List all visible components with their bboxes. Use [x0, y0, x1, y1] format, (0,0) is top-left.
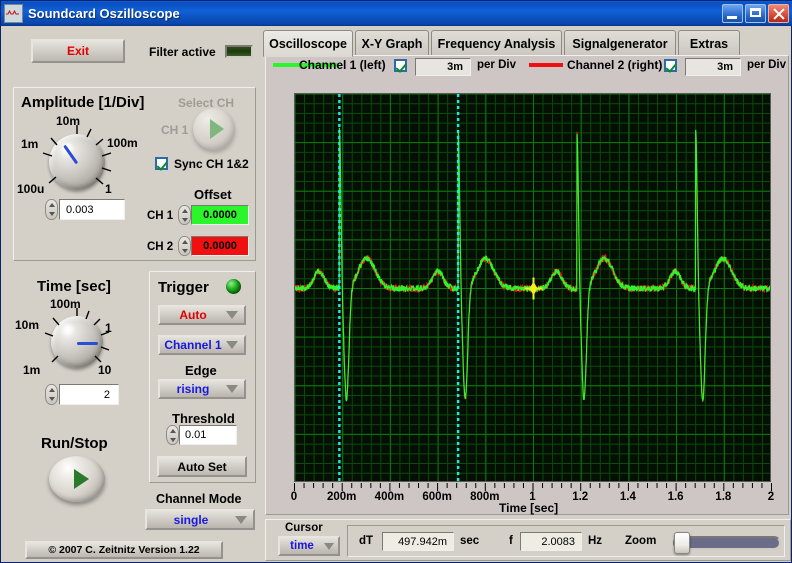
x-tick-0: 0 — [290, 491, 298, 503]
oscilloscope-window: Soundcard Oszilloscope Exit Filter activ… — [0, 0, 792, 563]
x-tick-4: 800m — [470, 491, 500, 503]
x-tick-9: 1.8 — [715, 491, 732, 503]
time-value[interactable]: 2 — [59, 384, 119, 405]
dt-label: dT — [359, 535, 374, 547]
chevron-down-icon — [226, 385, 238, 393]
trigger-threshold-label: Threshold — [172, 411, 235, 426]
tab-extras[interactable]: Extras — [678, 30, 740, 56]
cursor-mode-dropdown[interactable]: time — [278, 536, 340, 556]
trigger-title: Trigger — [158, 279, 209, 296]
auto-set-button[interactable]: Auto Set — [157, 456, 247, 477]
channel-2-perdiv-label: per Div — [747, 59, 786, 71]
x-tick-7: 1.4 — [619, 491, 636, 503]
time-tick-1m: 1m — [23, 363, 41, 377]
x-tick-1: 200m — [326, 491, 357, 503]
amplitude-value[interactable]: 0.003 — [59, 199, 125, 220]
filter-active-indicator[interactable] — [225, 45, 253, 58]
channel-1-perdiv-label: per Div — [477, 59, 516, 71]
chevron-down-icon — [226, 311, 238, 319]
cursor-label: Cursor — [285, 522, 323, 534]
channel-1-label: Channel 1 (left) — [299, 58, 386, 72]
channel-2-perdiv-value[interactable]: 3m — [685, 58, 741, 76]
amplitude-spinner[interactable] — [45, 199, 58, 220]
tab-oscilloscope[interactable]: Oscilloscope — [263, 30, 353, 57]
waveform-canvas — [295, 94, 770, 481]
minimize-icon[interactable] — [722, 4, 743, 23]
tab-bar: Oscilloscope X-Y Graph Frequency Analysi… — [263, 30, 791, 57]
time-tick-marks — [44, 308, 110, 363]
trigger-edge-value: rising — [176, 382, 210, 396]
x-axis-label: Time [sec] — [499, 501, 559, 515]
trigger-edge-dropdown[interactable]: rising — [158, 379, 246, 399]
offset-ch2-label: CH 2 — [147, 241, 174, 253]
f-unit: Hz — [588, 535, 603, 547]
channel-1-checkbox[interactable] — [394, 59, 407, 72]
oscilloscope-plot[interactable] — [294, 93, 771, 482]
maximize-icon[interactable] — [745, 4, 766, 23]
amplitude-title: Amplitude [1/Div] — [21, 94, 145, 111]
close-icon[interactable] — [768, 4, 789, 23]
channel-mode-dropdown[interactable]: single — [145, 509, 255, 530]
filter-active-label: Filter active — [149, 45, 216, 59]
f-label: f — [509, 535, 513, 547]
chevron-down-icon — [226, 341, 238, 349]
chevron-down-icon — [324, 542, 334, 550]
trigger-mode-value: Auto — [179, 308, 207, 322]
offset-ch1-value[interactable]: 0.0000 — [191, 205, 249, 225]
channel-1-perdiv-value[interactable]: 3m — [415, 58, 471, 76]
run-stop-label: Run/Stop — [41, 435, 108, 452]
x-tick-2: 400m — [374, 491, 405, 503]
x-tick-10: 2 — [767, 491, 775, 503]
tab-signalgenerator[interactable]: Signalgenerator — [564, 30, 676, 56]
window-buttons — [722, 4, 791, 23]
offset-title: Offset — [194, 187, 232, 202]
sync-ch-checkbox[interactable] — [155, 157, 168, 170]
cursor-mode-value: time — [290, 540, 314, 552]
title-bar: Soundcard Oszilloscope — [1, 1, 792, 26]
select-ch-button[interactable] — [193, 108, 235, 150]
waveform-icon — [4, 4, 23, 23]
exit-button[interactable]: Exit — [31, 39, 125, 63]
zoom-label: Zoom — [625, 535, 657, 547]
dt-value[interactable]: 497.942m — [382, 532, 454, 551]
run-stop-button[interactable] — [49, 456, 105, 502]
window-title: Soundcard Oszilloscope — [28, 6, 180, 21]
time-title: Time [sec] — [37, 278, 111, 295]
copyright-button[interactable]: © 2007 C. Zeitnitz Version 1.22 — [25, 541, 223, 559]
offset-ch2-value[interactable]: 0.0000 — [191, 236, 249, 256]
amplitude-tick-marks — [42, 125, 112, 185]
time-tick-10m: 10m — [15, 318, 40, 332]
offset-ch2-spinner[interactable] — [178, 236, 191, 256]
x-tick-8: 1.6 — [667, 491, 684, 503]
f-value[interactable]: 2.0083 — [520, 532, 582, 551]
trigger-channel-dropdown[interactable]: Channel 1 — [158, 335, 246, 355]
channel-2-color-swatch — [529, 63, 563, 67]
tab-frequency-analysis[interactable]: Frequency Analysis — [431, 30, 562, 56]
time-spinner[interactable] — [45, 384, 58, 405]
channel-2-label: Channel 2 (right) — [567, 58, 663, 72]
chevron-down-icon — [235, 515, 247, 524]
tab-xy-graph[interactable]: X-Y Graph — [355, 30, 429, 56]
threshold-spinner[interactable] — [166, 425, 179, 445]
trigger-mode-dropdown[interactable]: Auto — [158, 305, 246, 325]
offset-ch1-label: CH 1 — [147, 210, 174, 222]
trigger-channel-value: Channel 1 — [164, 338, 222, 352]
x-tick-6: 1.2 — [572, 491, 589, 503]
select-ch-label: Select CH — [178, 96, 235, 110]
channel-mode-label: Channel Mode — [156, 492, 242, 506]
zoom-slider-handle[interactable] — [674, 532, 690, 554]
x-axis-ticks — [294, 483, 772, 491]
offset-ch1-spinner[interactable] — [178, 205, 191, 225]
sync-ch-label: Sync CH 1&2 — [174, 157, 249, 171]
channel-2-checkbox[interactable] — [664, 59, 677, 72]
trigger-edge-label: Edge — [185, 363, 217, 378]
dt-unit: sec — [460, 535, 480, 547]
threshold-value[interactable]: 0.01 — [179, 425, 237, 445]
select-ch-value: CH 1 — [161, 123, 189, 137]
x-tick-3: 600m — [422, 491, 452, 503]
trigger-led — [226, 279, 241, 294]
channel-mode-value: single — [173, 512, 209, 527]
